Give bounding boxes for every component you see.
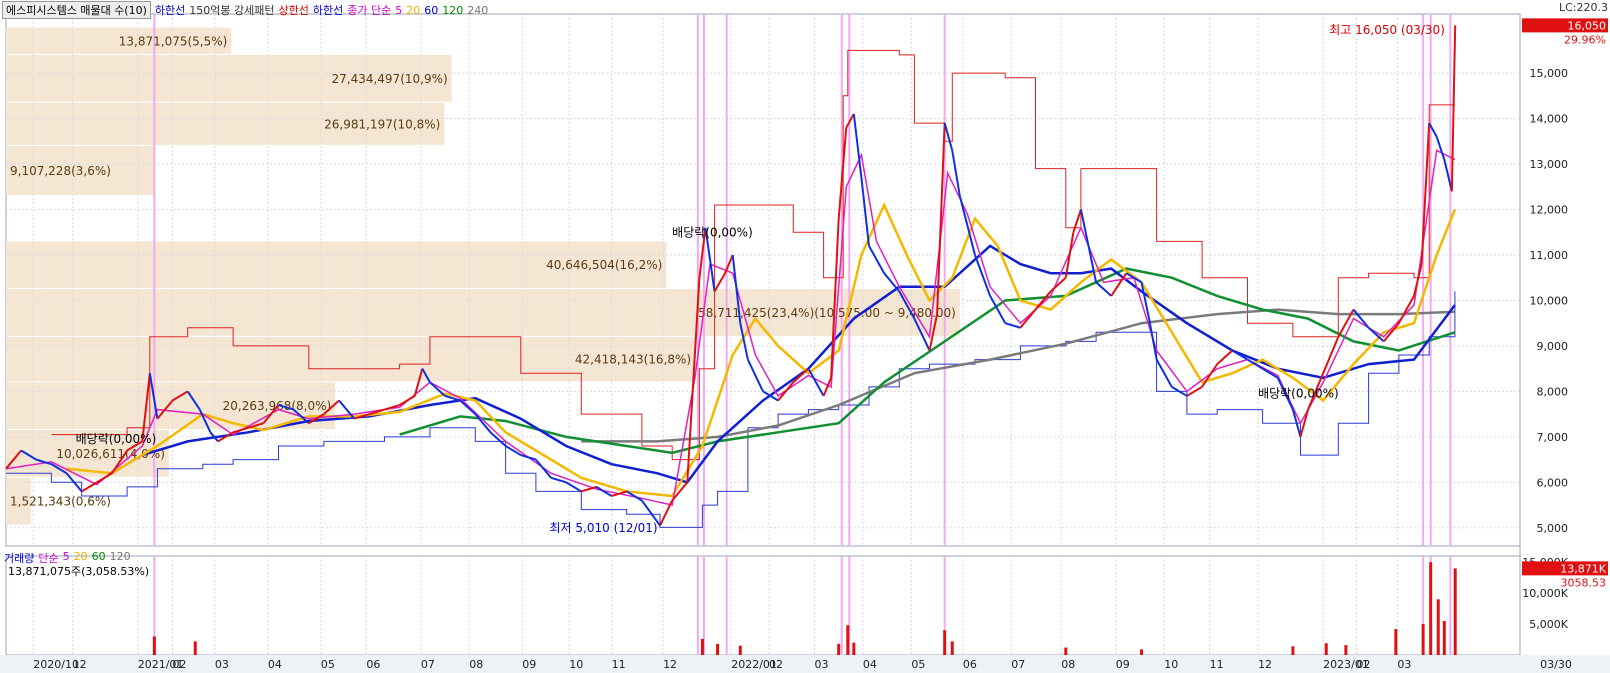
time-tick-label: 10 — [569, 658, 583, 671]
time-tick-label: 03 — [1397, 658, 1411, 671]
volume-bar — [1291, 646, 1295, 655]
legend-item: 상한선 — [278, 4, 309, 17]
indicator-title[interactable]: 에스피시스템스 매물대 수(10) — [2, 1, 151, 19]
last-date-label: 03/30 — [1540, 658, 1572, 671]
time-tick-label: 04 — [268, 658, 282, 671]
time-tick-label: 11 — [612, 658, 626, 671]
volume-bar — [837, 643, 841, 655]
chart-annotation: 최고 16,050 (03/30) — [1329, 23, 1445, 37]
time-tick-label: 06 — [963, 658, 977, 671]
volume-bar — [1442, 620, 1446, 655]
volume-bar — [852, 642, 856, 655]
legend-item: 5 — [395, 3, 403, 17]
volume-bar — [152, 636, 156, 655]
price-tick-label: 8,000 — [1537, 385, 1569, 398]
volume-tick-label: 5,000K — [1529, 618, 1568, 631]
volume-profile-label: 9,107,228(3,6%) — [10, 164, 111, 178]
price-tick-label: 10,000 — [1530, 294, 1569, 307]
volume-info: 13,871,075주(3,058.53%) — [8, 565, 150, 578]
time-tick-label: 05 — [911, 658, 925, 671]
legend-item: 60 — [424, 3, 439, 17]
time-tick-label: 12 — [1258, 658, 1272, 671]
legend-item: 150억봉 강세패턴 — [189, 4, 275, 17]
time-tick-label: 12 — [73, 658, 87, 671]
time-tick-label: 04 — [863, 658, 877, 671]
volume-bar — [1064, 647, 1068, 655]
legend-item: 하한선 — [154, 4, 186, 17]
time-tick-label: 10 — [1164, 658, 1178, 671]
chart-annotation: 최저 5,010 (12/01) — [550, 521, 658, 535]
volume-bar — [1429, 562, 1433, 655]
time-tick-label: 08 — [469, 658, 483, 671]
time-tick-label: 06 — [366, 658, 380, 671]
time-tick-label: 12 — [663, 658, 677, 671]
time-tick-label: 02 — [1356, 658, 1370, 671]
volume-bar — [1421, 624, 1425, 655]
chart-annotation: 배당락(0,00%) — [672, 225, 753, 239]
volume-profile-label: 1,521,343(0,6%) — [10, 495, 111, 509]
volume-bar — [716, 643, 720, 655]
time-tick-label: 05 — [321, 658, 335, 671]
volume-bar — [1436, 599, 1440, 655]
legend-item: 하한선 — [312, 4, 344, 17]
last-volume-label: 13,871K — [1560, 562, 1606, 575]
time-tick-label: 02 — [769, 658, 783, 671]
chart-annotation: 배당락(0,00%) — [76, 432, 157, 446]
price-tick-label: 5,000 — [1537, 522, 1569, 535]
change-label: 29.96% — [1564, 33, 1606, 46]
legend-item: 20 — [406, 3, 421, 17]
stock-chart[interactable]: 13,871,075(5,5%) 27,434,497(10,9%) 26,981,… — [0, 0, 1610, 673]
price-tick-label: 15,000 — [1530, 67, 1569, 80]
volume-bar — [738, 645, 742, 655]
time-tick-label: 07 — [421, 658, 435, 671]
volume-bar — [1324, 643, 1328, 655]
price-tick-label: 7,000 — [1537, 431, 1569, 444]
volume-panel-frame — [5, 555, 1521, 656]
volume-bar — [846, 625, 850, 655]
volume-bar — [193, 641, 197, 655]
volume-profile-label: 27,434,497(10,9%) — [331, 72, 447, 86]
time-tick-label: 03 — [814, 658, 828, 671]
legend-item: 종가 단순 — [347, 4, 392, 17]
volume-bar — [950, 641, 954, 655]
volume-profile-label: 42,418,143(16,8%) — [575, 353, 691, 367]
legend-item: 120 — [442, 3, 464, 17]
time-tick-label: 03 — [215, 658, 229, 671]
last-price-label: 16,050 — [1568, 19, 1607, 32]
price-tick-label: 11,000 — [1530, 249, 1569, 262]
time-tick-label: 09 — [522, 658, 536, 671]
volume-pct-label: 3058.53 — [1561, 576, 1607, 589]
lc-label: LC:220.3 — [1559, 1, 1608, 14]
price-tick-label: 14,000 — [1530, 113, 1569, 126]
chart-window: 13,871,075(5,5%) 27,434,497(10,9%) 26,981,… — [0, 0, 1610, 673]
price-tick-label: 6,000 — [1537, 476, 1569, 489]
volume-bar — [1453, 568, 1457, 655]
volume-profile-label: 26,981,197(10,8%) — [324, 117, 440, 131]
volume-bar — [943, 630, 947, 655]
time-tick-label: 08 — [1061, 658, 1075, 671]
volume-profile-label: 40,646,504(16,2%) — [546, 258, 662, 272]
time-tick-label: 07 — [1011, 658, 1025, 671]
time-tick-label: 02 — [173, 658, 187, 671]
price-tick-label: 9,000 — [1537, 340, 1569, 353]
volume-bar — [1394, 629, 1398, 655]
volume-profile-label: 58,711,425(23,4%)(10,575.00 ~ 9,480.00) — [698, 306, 956, 320]
chart-legend: 에스피시스템스 매물대 수(10) 하한선 150억봉 강세패턴 상한선 하한선… — [2, 1, 488, 19]
chart-annotation: 배당락(0,00%) — [1258, 387, 1339, 401]
volume-bar — [1140, 649, 1143, 655]
volume-bar — [700, 638, 704, 655]
price-tick-label: 12,000 — [1530, 204, 1569, 217]
price-tick-label: 13,000 — [1530, 158, 1569, 171]
time-tick-label: 11 — [1210, 658, 1224, 671]
volume-bar — [1344, 645, 1348, 655]
volume-profile-label: 13,871,075(5,5%) — [119, 34, 228, 48]
time-tick-label: 09 — [1116, 658, 1130, 671]
legend-item: 240 — [467, 3, 489, 17]
